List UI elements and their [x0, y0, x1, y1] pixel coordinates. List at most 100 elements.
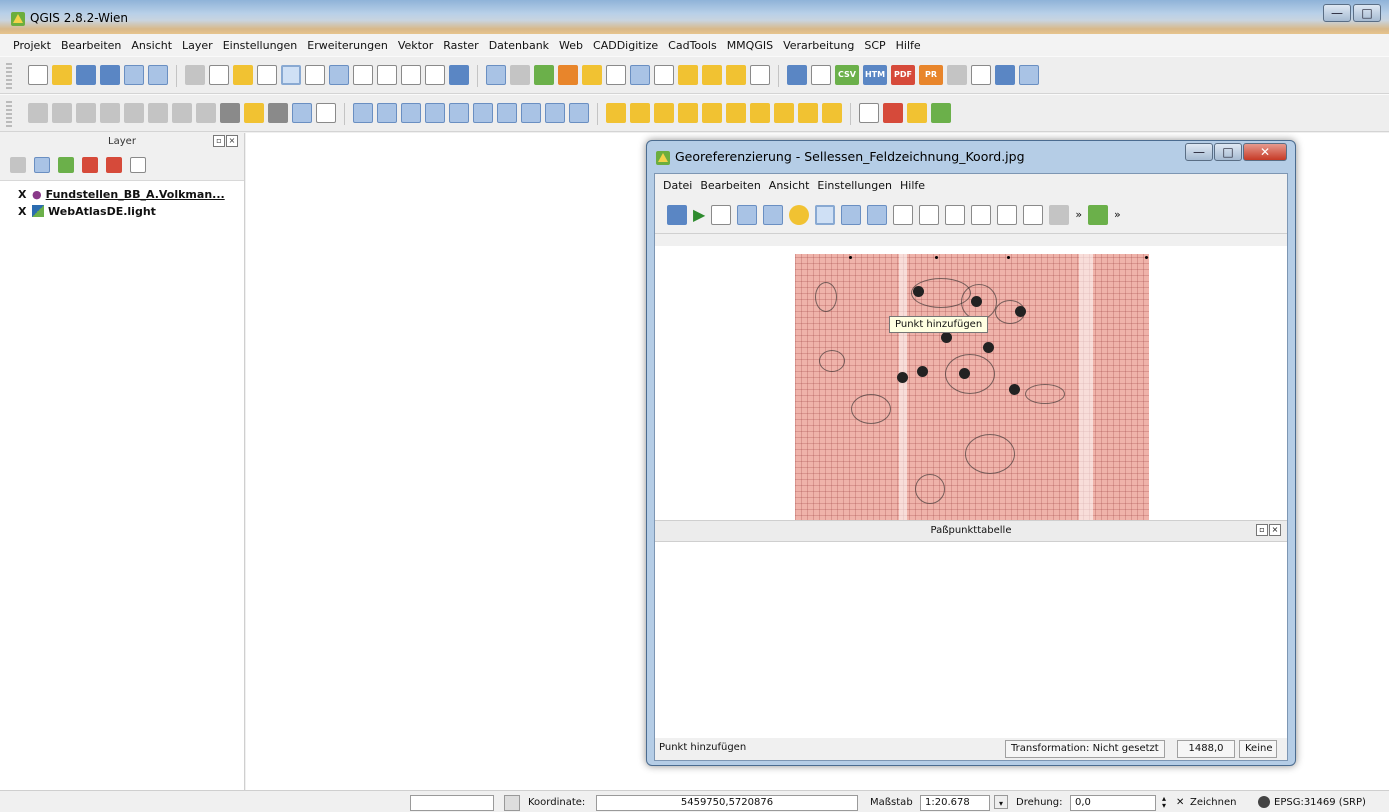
composer-manager-icon[interactable]: [148, 65, 168, 85]
add-raster-icon[interactable]: [76, 103, 96, 123]
scale-field[interactable]: 1:20.678: [920, 795, 990, 811]
start-georeferencing-icon[interactable]: ▶: [693, 205, 705, 224]
zoom-last-icon[interactable]: [377, 65, 397, 85]
zoom-in-icon[interactable]: [919, 204, 940, 225]
add-mssql-icon[interactable]: [148, 103, 168, 123]
vertex-tool-icon[interactable]: [971, 65, 991, 85]
rotation-stepper-icon[interactable]: ▴ ▾: [1159, 795, 1169, 810]
menu-projekt[interactable]: Projekt: [8, 39, 56, 52]
cad-tool-2-icon[interactable]: [377, 103, 397, 123]
layer-item[interactable]: X ● Fundstellen_BB_A.Volkman...: [0, 187, 244, 201]
menu-ansicht[interactable]: Ansicht: [765, 179, 814, 192]
styling-icon[interactable]: [10, 157, 26, 173]
measure-icon[interactable]: [654, 65, 674, 85]
menu-web[interactable]: Web: [554, 39, 588, 52]
coordinate-field[interactable]: 5459750,5720876: [596, 795, 858, 811]
digitize-tool-5-icon[interactable]: [702, 103, 722, 123]
text-annotation-icon[interactable]: [750, 65, 770, 85]
new-project-icon[interactable]: [28, 65, 48, 85]
close-panel-icon[interactable]: ×: [226, 135, 238, 147]
zoom-out-icon[interactable]: [281, 65, 301, 85]
statistics-icon[interactable]: [630, 65, 650, 85]
crs-icon[interactable]: [1258, 796, 1270, 808]
cad-tool-3-icon[interactable]: [401, 103, 421, 123]
menu-hilfe[interactable]: Hilfe: [896, 179, 929, 192]
circle-icon[interactable]: [859, 103, 879, 123]
maximize-button[interactable]: □: [1214, 143, 1242, 161]
whats-this-icon[interactable]: [811, 65, 831, 85]
digitize-tool-3-icon[interactable]: [654, 103, 674, 123]
load-gcp-icon[interactable]: [737, 204, 758, 225]
rotation-field[interactable]: 0,0: [1070, 795, 1156, 811]
zoom-native-icon[interactable]: [425, 65, 445, 85]
scale-dropdown-icon[interactable]: ▾: [994, 795, 1008, 809]
menu-datei[interactable]: Datei: [659, 179, 696, 192]
cad-tool-4-icon[interactable]: [425, 103, 445, 123]
attribute-table-icon[interactable]: [606, 65, 626, 85]
expand-all-icon[interactable]: [82, 157, 98, 173]
menu-scp[interactable]: SCP: [859, 39, 890, 52]
remove-layer-icon[interactable]: [130, 157, 146, 173]
link-icon[interactable]: [1049, 204, 1070, 225]
menu-mmqgis[interactable]: MMQGIS: [722, 39, 778, 52]
print-composer-icon[interactable]: [124, 65, 144, 85]
zoom-next-icon[interactable]: [401, 65, 421, 85]
undock-icon[interactable]: ▫: [213, 135, 225, 147]
menu-raster[interactable]: Raster: [438, 39, 483, 52]
delete-point-icon[interactable]: [841, 204, 862, 225]
pan-to-selection-icon[interactable]: [233, 65, 253, 85]
layer-item[interactable]: X WebAtlasDE.light: [0, 204, 244, 218]
zoom-next-icon[interactable]: [1023, 204, 1044, 225]
menu-hilfe[interactable]: Hilfe: [891, 39, 926, 52]
cad-tool-8-icon[interactable]: [521, 103, 541, 123]
add-spatialite-icon[interactable]: [124, 103, 144, 123]
close-button[interactable]: ✕: [1243, 143, 1287, 161]
blank-icon[interactable]: [316, 103, 336, 123]
save-gcp-icon[interactable]: [763, 204, 784, 225]
filter-icon[interactable]: [58, 157, 74, 173]
add-wms-icon[interactable]: [172, 103, 192, 123]
menu-cadtools[interactable]: CadTools: [663, 39, 722, 52]
overflow-icon[interactable]: »: [1075, 208, 1082, 221]
menu-einstellungen[interactable]: Einstellungen: [218, 39, 303, 52]
field-calculator-icon[interactable]: [582, 65, 602, 85]
coordinate-toggle-icon[interactable]: [504, 795, 520, 811]
menu-vektor[interactable]: Vektor: [393, 39, 438, 52]
cad-tool-1-icon[interactable]: [353, 103, 373, 123]
identify-icon[interactable]: [486, 65, 506, 85]
digitize-icon[interactable]: [995, 65, 1015, 85]
add-wcs-icon[interactable]: [196, 103, 216, 123]
pencil-icon[interactable]: [244, 103, 264, 123]
menu-bearbeiten[interactable]: Bearbeiten: [56, 39, 126, 52]
zoom-full-icon[interactable]: [305, 65, 325, 85]
show-bookmarks-icon[interactable]: [726, 65, 746, 85]
gcp-table[interactable]: [655, 542, 1287, 738]
deselect-icon[interactable]: [558, 65, 578, 85]
refresh-icon[interactable]: [449, 65, 469, 85]
transformation-settings-icon[interactable]: [789, 204, 810, 225]
cad-tool-5-icon[interactable]: [449, 103, 469, 123]
minimize-button[interactable]: —: [1185, 143, 1213, 161]
render-checkbox-icon[interactable]: ✕: [1176, 795, 1184, 810]
add-point-icon[interactable]: [815, 204, 836, 225]
raster-icon[interactable]: [268, 103, 288, 123]
export-icon[interactable]: [931, 103, 951, 123]
label-icon[interactable]: [907, 103, 927, 123]
cad-tool-9-icon[interactable]: [545, 103, 565, 123]
cad-tool-7-icon[interactable]: [497, 103, 517, 123]
map-tips-icon[interactable]: [678, 65, 698, 85]
menu-layer[interactable]: Layer: [177, 39, 218, 52]
help-icon[interactable]: [787, 65, 807, 85]
move-point-icon[interactable]: [867, 204, 888, 225]
csv-export-icon[interactable]: CSV: [835, 65, 859, 85]
digitize-tool-4-icon[interactable]: [678, 103, 698, 123]
overflow-icon[interactable]: »: [1114, 208, 1121, 221]
menu-einstellungen[interactable]: Einstellungen: [813, 179, 896, 192]
save-as-icon[interactable]: [100, 65, 120, 85]
toolbar-handle[interactable]: [6, 63, 12, 89]
digitize-tool-6-icon[interactable]: [726, 103, 746, 123]
zoom-selection-icon[interactable]: [353, 65, 373, 85]
toolbar-handle[interactable]: [6, 101, 12, 127]
save-project-icon[interactable]: [76, 65, 96, 85]
sum-icon[interactable]: [292, 103, 312, 123]
